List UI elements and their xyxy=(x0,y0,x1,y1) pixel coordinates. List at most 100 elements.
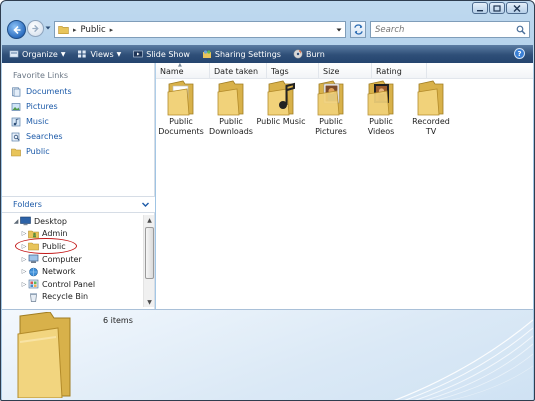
item-label: Public Pictures xyxy=(315,117,347,136)
searches-icon xyxy=(11,132,20,141)
expand-triangle-icon[interactable]: ▷ xyxy=(20,268,28,275)
recycle-bin-icon xyxy=(30,293,37,302)
column-header-size[interactable]: Size xyxy=(319,63,372,79)
tree-item-admin[interactable]: ▷ Admin xyxy=(2,228,142,241)
address-bar[interactable]: ▸ Public ▸ xyxy=(54,21,346,38)
navigation-bar: ▸ Public ▸ xyxy=(1,15,534,45)
collapse-triangle-icon[interactable]: ◢ xyxy=(12,218,20,225)
item-label: Public Documents xyxy=(158,117,204,136)
item-public-documents[interactable]: Public Documents xyxy=(156,80,206,137)
search-input[interactable] xyxy=(375,24,515,35)
back-arrow-icon xyxy=(12,25,20,34)
views-button[interactable]: Views ▼ xyxy=(77,49,121,59)
organize-button[interactable]: Organize ▼ xyxy=(9,49,65,59)
chevron-down-icon: ▼ xyxy=(116,50,122,58)
minimize-icon xyxy=(477,9,483,11)
column-header-label: Rating xyxy=(376,66,402,76)
control-panel-icon xyxy=(28,279,39,289)
favorite-link-label: Searches xyxy=(26,132,63,141)
item-label: Public Music xyxy=(256,117,306,126)
column-header-label: Tags xyxy=(271,66,289,76)
help-button[interactable]: ? xyxy=(514,48,525,59)
selected-folder-preview-icon xyxy=(17,312,71,398)
back-button[interactable] xyxy=(7,20,26,39)
search-box[interactable] xyxy=(370,21,530,38)
minimize-button[interactable] xyxy=(472,2,488,14)
favorite-link-pictures[interactable]: Pictures xyxy=(11,99,72,114)
tree-item-label: Control Panel xyxy=(42,279,96,289)
favorite-link-documents[interactable]: Documents xyxy=(11,84,72,99)
tree-item-computer[interactable]: ▷ Computer xyxy=(2,253,142,266)
computer-icon xyxy=(28,254,39,264)
public-highlight-circle xyxy=(15,238,77,254)
burn-button[interactable]: Burn xyxy=(293,49,325,59)
chevron-down-icon xyxy=(336,28,342,31)
tree-item-desktop[interactable]: ◢ Desktop xyxy=(2,215,142,228)
burn-disc-icon xyxy=(293,49,303,59)
favorite-links-list: Documents Pictures Music Searches Public xyxy=(11,84,72,159)
favorite-link-music[interactable]: Music xyxy=(11,114,72,129)
column-header-name[interactable]: ▲ Name xyxy=(156,62,210,79)
breadcrumb-separator[interactable]: ▸ xyxy=(110,26,114,34)
column-header-rating[interactable]: Rating xyxy=(372,63,427,79)
maximize-button[interactable] xyxy=(489,2,505,14)
expand-triangle-icon[interactable]: ▷ xyxy=(20,230,28,237)
expand-triangle-icon[interactable]: ▷ xyxy=(20,256,28,263)
item-label: Public Videos xyxy=(367,117,395,136)
tree-item-network[interactable]: ▷ Network xyxy=(2,265,142,278)
forward-arrow-icon xyxy=(32,24,39,33)
documents-icon xyxy=(12,86,21,97)
item-label: Recorded TV xyxy=(412,117,450,136)
column-header-date-taken[interactable]: Date taken xyxy=(210,63,267,79)
column-header-label: Date taken xyxy=(214,66,259,76)
folder-music-icon xyxy=(267,80,295,116)
network-icon xyxy=(29,267,38,276)
folder-tree-scrollbar[interactable]: ▲ ▼ xyxy=(143,215,154,307)
tree-item-control-panel[interactable]: ▷ Control Panel xyxy=(2,278,142,291)
sort-ascending-icon: ▲ xyxy=(178,62,182,68)
details-pane: 6 items xyxy=(2,309,533,400)
item-recorded-tv[interactable]: Recorded TV xyxy=(406,80,456,137)
search-icon[interactable] xyxy=(516,25,526,35)
item-public-downloads[interactable]: Public Downloads xyxy=(206,80,256,137)
item-public-videos[interactable]: Public Videos xyxy=(356,80,406,137)
breadcrumb-separator[interactable]: ▸ xyxy=(73,26,77,34)
item-label: Public Downloads xyxy=(209,117,253,136)
tree-item-recycle-bin[interactable]: Recycle Bin xyxy=(2,291,142,304)
column-header-tags[interactable]: Tags xyxy=(267,63,319,79)
chevron-down-icon: ▼ xyxy=(60,50,66,58)
pictures-icon xyxy=(11,102,21,111)
favorite-link-label: Music xyxy=(26,117,49,126)
scrollbar-thumb[interactable] xyxy=(145,227,154,279)
folder-pictures-icon xyxy=(317,80,344,116)
sharing-settings-label: Sharing Settings xyxy=(214,49,281,59)
item-grid: Public Documents Public Downloads Public… xyxy=(156,80,533,137)
favorite-links-title: Favorite Links xyxy=(13,71,69,80)
folder-icon xyxy=(11,148,21,156)
caption-buttons xyxy=(472,2,528,14)
favorite-link-searches[interactable]: Searches xyxy=(11,129,72,144)
views-label: Views xyxy=(90,49,114,59)
favorite-link-public[interactable]: Public xyxy=(11,144,72,159)
item-public-pictures[interactable]: Public Pictures xyxy=(306,80,356,137)
address-dropdown-button[interactable] xyxy=(334,22,344,37)
item-public-music[interactable]: Public Music xyxy=(256,80,306,137)
recent-pages-chevron-icon[interactable] xyxy=(45,25,51,31)
refresh-icon xyxy=(353,24,363,35)
sharing-settings-button[interactable]: Sharing Settings xyxy=(202,49,281,59)
folders-header[interactable]: Folders xyxy=(2,196,155,213)
slideshow-button[interactable]: Slide Show xyxy=(133,49,190,59)
chevron-down-icon[interactable] xyxy=(141,200,150,209)
folder-tree: ◢ Desktop ▷ Admin ▷ Public ▷ Computer ▷ xyxy=(2,215,142,303)
scroll-down-icon[interactable]: ▼ xyxy=(144,297,155,307)
refresh-button[interactable] xyxy=(350,21,366,38)
navigation-pane: Favorite Links Documents Pictures Music … xyxy=(2,63,155,309)
folder-documents-icon xyxy=(167,80,194,116)
slideshow-icon xyxy=(133,50,144,58)
close-button[interactable] xyxy=(506,2,528,14)
forward-button[interactable] xyxy=(27,20,44,37)
breadcrumb-public[interactable]: Public xyxy=(81,25,106,35)
sharing-icon xyxy=(202,50,211,58)
scroll-up-icon[interactable]: ▲ xyxy=(144,215,155,225)
expand-triangle-icon[interactable]: ▷ xyxy=(20,281,28,288)
